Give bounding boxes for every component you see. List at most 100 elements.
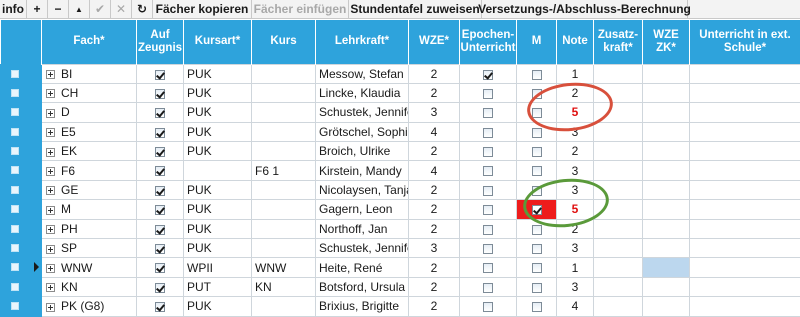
cell-m[interactable] [517,277,557,296]
auf-zeugnis-checkbox[interactable] [155,70,165,80]
auf-zeugnis-checkbox[interactable] [155,283,165,293]
m-checkbox[interactable] [532,186,542,196]
cell-epochen[interactable] [460,219,517,238]
cell-epochen[interactable] [460,200,517,219]
table-row[interactable]: GEPUKNicolaysen, Tanja23 [1,180,800,199]
cell-wze-zk[interactable] [643,180,690,199]
confirm-icon[interactable]: ✔ [90,0,111,19]
row-selector[interactable] [1,277,42,296]
header-lehrkraft[interactable]: Lehrkraft* [316,20,409,64]
cell-wze-zk[interactable] [643,161,690,180]
cell-kurs[interactable] [252,122,316,141]
cell-note[interactable]: 1 [557,64,594,83]
cell-zusatzkraft[interactable] [594,258,643,277]
cell-fach[interactable]: F6 [42,161,137,180]
expand-icon[interactable] [46,303,55,312]
promotion-calc-button[interactable]: Versetzungs-/Abschluss-Berechnung [482,0,688,19]
cell-lehrkraft[interactable]: Gagern, Leon [316,200,409,219]
cell-wze[interactable]: 2 [409,277,460,296]
cell-epochen[interactable] [460,83,517,102]
expand-icon[interactable] [46,89,55,98]
cell-epochen[interactable] [460,161,517,180]
cell-lehrkraft[interactable]: Grötschel, Sophie [316,122,409,141]
header-wze-zk[interactable]: WZE ZK* [643,20,690,64]
cell-wze-zk[interactable] [643,277,690,296]
m-checkbox[interactable] [532,244,542,254]
cell-lehrkraft[interactable]: Messow, Stefan [316,64,409,83]
cell-ext-schule[interactable] [690,122,800,141]
cell-wze-zk[interactable] [643,142,690,161]
row-selector[interactable] [1,103,42,122]
cell-fach[interactable]: EK [42,142,137,161]
m-checkbox[interactable] [532,108,542,118]
table-row[interactable]: E5PUKGrötschel, Sophie43 [1,122,800,141]
cell-kurs[interactable] [252,200,316,219]
auf-zeugnis-checkbox[interactable] [155,263,165,273]
table-row[interactable]: MPUKGagern, Leon25 [1,200,800,219]
cell-fach[interactable]: BI [42,64,137,83]
cell-fach[interactable]: GE [42,180,137,199]
header-kurs[interactable]: Kurs [252,20,316,64]
header-fach[interactable]: Fach* [42,20,137,64]
cell-zusatzkraft[interactable] [594,219,643,238]
cell-ext-schule[interactable] [690,142,800,161]
m-checkbox[interactable] [532,89,542,99]
m-checkbox[interactable] [532,205,542,215]
cell-m[interactable] [517,83,557,102]
header-epochen[interactable]: Epochen-Unterricht [460,20,517,64]
table-row[interactable]: PK (G8)PUKBrixius, Brigitte24 [1,297,800,316]
cell-kurs[interactable]: KN [252,277,316,296]
cell-lehrkraft[interactable]: Kirstein, Mandy [316,161,409,180]
auf-zeugnis-checkbox[interactable] [155,166,165,176]
table-row[interactable]: EKPUKBroich, Ulrike22 [1,142,800,161]
table-row[interactable]: PHPUKNorthoff, Jan22 [1,219,800,238]
expand-icon[interactable] [46,70,55,79]
cell-kursart[interactable]: PUK [184,142,252,161]
cell-kurs[interactable] [252,142,316,161]
table-row[interactable]: CHPUKLincke, Klaudia22 [1,83,800,102]
cell-lehrkraft[interactable]: Northoff, Jan [316,219,409,238]
row-selector[interactable] [1,83,42,102]
expand-icon[interactable] [46,225,55,234]
cell-wze[interactable]: 2 [409,64,460,83]
cell-kursart[interactable]: PUK [184,103,252,122]
paste-subjects-button[interactable]: Fächer einfügen [252,0,349,19]
cell-zusatzkraft[interactable] [594,161,643,180]
cell-ext-schule[interactable] [690,83,800,102]
cell-kursart[interactable]: PUK [184,122,252,141]
cell-lehrkraft[interactable]: Heite, René [316,258,409,277]
m-checkbox[interactable] [532,225,542,235]
cell-fach[interactable]: M [42,200,137,219]
cell-lehrkraft[interactable]: Nicolaysen, Tanja [316,180,409,199]
cell-ext-schule[interactable] [690,161,800,180]
cell-note[interactable]: 2 [557,83,594,102]
cell-wze-zk[interactable] [643,297,690,316]
row-selector[interactable] [1,180,42,199]
epochen-checkbox[interactable] [483,108,493,118]
cell-note[interactable]: 3 [557,180,594,199]
cell-m[interactable] [517,297,557,316]
cell-kursart[interactable]: WPII [184,258,252,277]
epochen-checkbox[interactable] [483,166,493,176]
auf-zeugnis-checkbox[interactable] [155,205,165,215]
m-checkbox[interactable] [532,128,542,138]
expand-icon[interactable] [46,186,55,195]
cell-auf-zeugnis[interactable] [137,277,184,296]
cell-wze[interactable]: 2 [409,219,460,238]
cell-ext-schule[interactable] [690,103,800,122]
expand-icon[interactable] [46,283,55,292]
cell-kurs[interactable] [252,180,316,199]
header-zusatzkraft[interactable]: Zusatz-kraft* [594,20,643,64]
m-checkbox[interactable] [532,70,542,80]
auf-zeugnis-checkbox[interactable] [155,186,165,196]
row-selector[interactable] [1,122,42,141]
cell-m[interactable] [517,122,557,141]
cell-note[interactable]: 5 [557,200,594,219]
auf-zeugnis-checkbox[interactable] [155,128,165,138]
cell-m[interactable] [517,219,557,238]
m-checkbox[interactable] [532,302,542,312]
cell-m[interactable] [517,142,557,161]
cell-m[interactable] [517,161,557,180]
row-selector[interactable] [1,258,42,277]
cell-wze[interactable]: 4 [409,122,460,141]
